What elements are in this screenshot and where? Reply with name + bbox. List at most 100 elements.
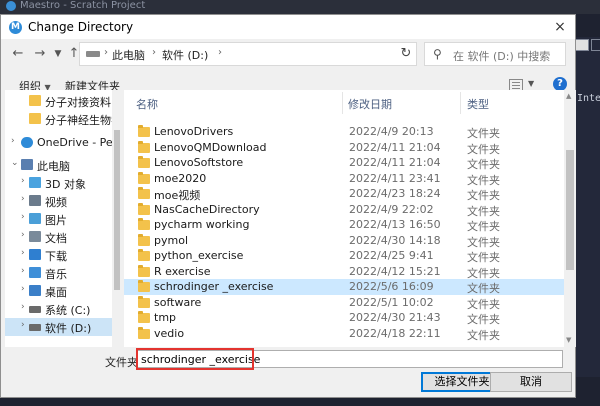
nav-item-downloads[interactable]: › 下载 bbox=[5, 246, 117, 264]
download-icon bbox=[29, 249, 41, 260]
panel-button[interactable] bbox=[591, 39, 600, 51]
file-list: ⌃ 名称 修改日期 类型 LenovoDrivers 2022/4/9 20:1… bbox=[124, 90, 576, 347]
folder-icon bbox=[138, 125, 150, 137]
expand-arrow-icon[interactable]: › bbox=[21, 320, 25, 330]
file-row[interactable]: tmp 2022/4/30 21:43 文件夹 bbox=[124, 310, 564, 326]
expand-arrow-icon[interactable]: › bbox=[21, 230, 25, 240]
expand-arrow-icon[interactable]: › bbox=[21, 302, 25, 312]
column-header-name[interactable]: 名称 bbox=[136, 96, 158, 112]
file-row[interactable]: LenovoQMDownload 2022/4/11 21:04 文件夹 bbox=[124, 140, 564, 156]
nav-item-this-pc[interactable]: ⌄ 此电脑 bbox=[5, 156, 117, 174]
drive-icon bbox=[86, 51, 100, 57]
nav-item-documents[interactable]: › 文档 bbox=[5, 228, 117, 246]
navigation-pane: 分子对接资料 分子神经生物学 › OneDrive - Perso ⌄ 此电脑 … bbox=[5, 90, 120, 347]
document-icon bbox=[29, 231, 41, 242]
expand-arrow-icon[interactable]: › bbox=[21, 248, 25, 258]
file-row[interactable]: pycharm working 2022/4/13 16:50 文件夹 bbox=[124, 217, 564, 233]
drive-icon bbox=[29, 306, 41, 313]
file-list-scrollbar[interactable]: ▲ ▼ bbox=[564, 90, 576, 347]
collapse-arrow-icon[interactable]: ⌄ bbox=[11, 158, 19, 168]
nav-scrollbar[interactable] bbox=[112, 90, 120, 347]
app-title: Maestro - Scratch Project bbox=[20, 0, 146, 11]
expand-arrow-icon[interactable]: › bbox=[21, 284, 25, 294]
video-icon bbox=[29, 195, 41, 206]
search-icon: ⚲ bbox=[433, 47, 442, 61]
nav-item-videos[interactable]: › 视频 bbox=[5, 192, 117, 210]
search-box[interactable]: ⚲ 在 软件 (D:) 中搜索 bbox=[424, 42, 566, 66]
folder-icon bbox=[138, 156, 150, 168]
folder-icon bbox=[138, 203, 150, 215]
app-logo-icon bbox=[6, 1, 16, 11]
file-row[interactable]: moe2020 2022/4/11 23:41 文件夹 bbox=[124, 171, 564, 187]
file-row[interactable]: pymol 2022/4/30 14:18 文件夹 bbox=[124, 233, 564, 249]
sort-ascending-icon: ⌃ bbox=[234, 90, 242, 97]
file-row[interactable]: R exercise 2022/4/12 15:21 文件夹 bbox=[124, 264, 564, 280]
address-bar[interactable]: › 此电脑 › 软件 (D:) › ⌄ bbox=[79, 42, 448, 66]
help-icon[interactable]: ? bbox=[553, 77, 567, 91]
file-row[interactable]: software 2022/5/1 10:02 文件夹 bbox=[124, 295, 564, 311]
folder-icon bbox=[29, 95, 41, 106]
folder-icon bbox=[138, 218, 150, 230]
nav-item-folder[interactable]: 分子神经生物学 bbox=[5, 110, 117, 128]
folder-icon bbox=[138, 249, 150, 261]
expand-arrow-icon[interactable]: › bbox=[21, 176, 25, 186]
folder-name-input[interactable] bbox=[137, 350, 563, 368]
file-row[interactable]: LenovoSoftstore 2022/4/11 21:04 文件夹 bbox=[124, 155, 564, 171]
breadcrumb-separator-icon[interactable]: › bbox=[218, 47, 222, 58]
expand-arrow-icon[interactable]: › bbox=[21, 212, 25, 222]
forward-arrow-icon[interactable]: → bbox=[31, 45, 49, 63]
scroll-up-icon[interactable]: ▲ bbox=[566, 92, 571, 100]
cancel-button[interactable]: 取消 bbox=[490, 372, 572, 392]
cube-icon bbox=[29, 177, 41, 188]
dialog-title-bar: M Change Directory × bbox=[1, 15, 575, 39]
column-header-date[interactable]: 修改日期 bbox=[348, 96, 392, 112]
maestro-icon: M bbox=[9, 21, 22, 34]
folder-icon bbox=[138, 327, 150, 339]
nav-item-desktop[interactable]: › 桌面 bbox=[5, 282, 117, 300]
back-arrow-icon[interactable]: ← bbox=[9, 45, 27, 63]
folder-icon bbox=[138, 187, 150, 199]
expand-arrow-icon[interactable]: › bbox=[11, 136, 15, 146]
breadcrumb-separator-icon[interactable]: › bbox=[152, 47, 156, 58]
expand-arrow-icon[interactable]: › bbox=[21, 194, 25, 204]
column-header-type[interactable]: 类型 bbox=[467, 96, 489, 112]
file-row[interactable]: LenovoDrivers 2022/4/9 20:13 文件夹 bbox=[124, 124, 564, 140]
file-list-scrollbar-thumb[interactable] bbox=[566, 150, 574, 270]
file-row[interactable]: moe视频 2022/4/23 18:24 文件夹 bbox=[124, 186, 564, 202]
breadcrumb-drive-d[interactable]: 软件 (D:) bbox=[162, 47, 208, 63]
nav-item-onedrive[interactable]: › OneDrive - Perso bbox=[5, 134, 117, 152]
nav-item-3d-objects[interactable]: › 3D 对象 bbox=[5, 174, 117, 192]
view-dropdown-arrow-icon[interactable]: ▼ bbox=[528, 79, 534, 88]
change-directory-dialog: M Change Directory × ← → ▼ ↑ › 此电脑 › 软件 … bbox=[0, 14, 576, 398]
refresh-icon[interactable]: ↻ bbox=[395, 43, 417, 65]
folder-icon bbox=[138, 141, 150, 153]
folder-icon bbox=[138, 296, 150, 308]
drive-icon bbox=[29, 324, 41, 331]
file-row-selected[interactable]: schrodinger _exercise 2022/5/6 16:09 文件夹 bbox=[124, 279, 564, 295]
nav-item-music[interactable]: › 音乐 bbox=[5, 264, 117, 282]
app-bottom bbox=[0, 398, 600, 406]
breadcrumb-this-pc[interactable]: 此电脑 bbox=[112, 47, 145, 63]
panel-button[interactable] bbox=[575, 39, 589, 51]
folder-icon bbox=[29, 113, 41, 124]
file-row[interactable]: NasCacheDirectory 2022/4/9 22:02 文件夹 bbox=[124, 202, 564, 218]
nav-item-folder[interactable]: 分子对接资料 bbox=[5, 92, 117, 110]
dialog-title: Change Directory bbox=[28, 20, 134, 34]
folder-icon bbox=[138, 311, 150, 323]
search-placeholder: 在 软件 (D:) 中搜索 bbox=[453, 50, 551, 63]
file-row[interactable]: python_exercise 2022/4/25 9:41 文件夹 bbox=[124, 248, 564, 264]
breadcrumb-separator-icon[interactable]: › bbox=[104, 47, 108, 58]
cloud-icon bbox=[21, 137, 33, 148]
file-row[interactable]: vedio 2022/4/18 22:11 文件夹 bbox=[124, 326, 564, 342]
expand-arrow-icon[interactable]: › bbox=[21, 266, 25, 276]
nav-item-pictures[interactable]: › 图片 bbox=[5, 210, 117, 228]
nav-item-drive-c[interactable]: › 系统 (C:) bbox=[5, 300, 117, 318]
column-divider[interactable] bbox=[342, 92, 343, 114]
app-title-bar: Maestro - Scratch Project bbox=[0, 0, 600, 14]
column-divider[interactable] bbox=[460, 92, 461, 114]
nav-scrollbar-thumb[interactable] bbox=[114, 130, 120, 290]
scroll-down-icon[interactable]: ▼ bbox=[566, 336, 571, 344]
panel-text: Inter bbox=[577, 93, 600, 104]
close-button[interactable]: × bbox=[549, 17, 571, 37]
nav-item-drive-d[interactable]: › 软件 (D:) bbox=[5, 318, 117, 336]
